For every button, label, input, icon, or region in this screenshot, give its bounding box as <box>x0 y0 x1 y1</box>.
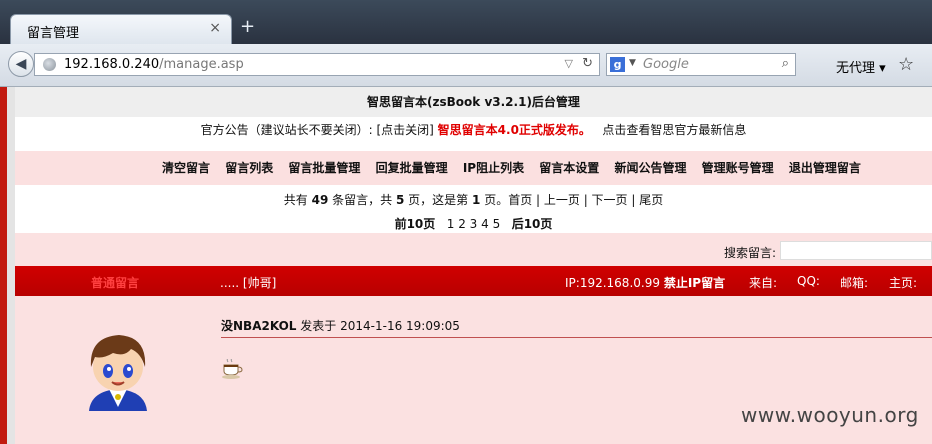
page-links: 前10页 1 2 3 4 5 后10页 <box>15 215 932 232</box>
menu-accounts[interactable]: 管理账号管理 <box>702 161 774 175</box>
menu-news[interactable]: 新闻公告管理 <box>614 161 686 175</box>
menu-clear[interactable]: 清空留言 <box>162 161 210 175</box>
message-email: 邮箱: <box>840 276 869 290</box>
address-bar[interactable]: 192.168.0.240/manage.asp ▽ ↻ <box>34 53 600 76</box>
pager-info: 共有 49 条留言，共 5 页，这是第 1 页。首页 | 上一页 | 下一页 |… <box>283 193 664 207</box>
message-type: 普通留言 <box>91 276 140 290</box>
url-dropdown-icon[interactable]: ▽ <box>565 57 573 70</box>
proxy-menu[interactable]: 无代理 ▾ <box>836 57 886 76</box>
page-link-1[interactable]: 1 <box>447 217 455 231</box>
notice-link[interactable]: 点击查看智思官方最新信息 <box>602 123 746 137</box>
page-link-2[interactable]: 2 <box>458 217 466 231</box>
search-placeholder: Google <box>643 57 689 72</box>
tab-title: 留言管理 <box>27 26 80 41</box>
notice-prefix[interactable]: 官方公告（建议站长不要关闭）: [点击关闭] <box>201 123 434 137</box>
menu-batch-messages[interactable]: 留言批量管理 <box>288 161 360 175</box>
reload-icon[interactable]: ↻ <box>582 56 593 71</box>
browser-navbar: ◀ 192.168.0.240/manage.asp ▽ ↻ g ▼ Googl… <box>0 44 932 87</box>
browser-tab[interactable]: 留言管理 × <box>10 14 232 44</box>
message-divider <box>221 337 932 338</box>
page-count: 5 <box>395 193 405 207</box>
menu-list[interactable]: 留言列表 <box>225 161 273 175</box>
search-input[interactable] <box>780 241 932 260</box>
admin-menu-row: 清空留言 留言列表 留言批量管理 回复批量管理 IP阻止列表 留言本设置 新闻公… <box>15 151 932 185</box>
menu-settings[interactable]: 留言本设置 <box>539 161 599 175</box>
message-author-alias: ..... [帅哥] <box>220 276 277 290</box>
watermark-text: www.wooyun.org <box>741 403 919 427</box>
left-accent-bar <box>0 87 7 444</box>
engine-dropdown-icon[interactable]: ▼ <box>629 58 636 68</box>
url-text: 192.168.0.240/manage.asp <box>64 57 244 72</box>
left-gutter <box>7 87 15 444</box>
page-link-4[interactable]: 4 <box>481 217 489 231</box>
prev10-link[interactable]: 前10页 <box>395 217 436 231</box>
avatar <box>89 335 147 411</box>
message-author: 没NBA2KOL <box>221 319 297 333</box>
notice-highlight[interactable]: 智思留言本4.0正式版发布。 <box>438 123 591 137</box>
ban-ip-link[interactable]: 禁止IP留言 <box>664 276 725 290</box>
menu-logout[interactable]: 退出管理留言 <box>789 161 861 175</box>
message-ip: IP:192.168.0.99 禁止IP留言 <box>565 276 726 290</box>
message-homepage: 主页: <box>889 276 918 290</box>
search-icon[interactable]: ⌕ <box>782 56 789 71</box>
page-link-3[interactable]: 3 <box>470 217 478 231</box>
search-engine-icon[interactable]: g <box>610 57 625 72</box>
message-qq: QQ: <box>797 274 820 288</box>
new-tab-button[interactable]: + <box>240 18 255 36</box>
page-title: 智思留言本(zsBook v3.2.1)后台管理 <box>15 87 932 117</box>
menu-batch-replies[interactable]: 回复批量管理 <box>376 161 448 175</box>
browser-tab-bar: 留言管理 × + <box>0 0 932 44</box>
search-label: 搜索留言: <box>723 246 776 260</box>
message-from: 来自: <box>749 276 778 290</box>
message-meta: 没NBA2KOL 发表于 2014-1-16 19:09:05 <box>221 317 460 334</box>
current-page: 1 <box>472 193 481 207</box>
posted-label: 发表于 <box>300 319 337 333</box>
coffee-cup-icon <box>222 359 243 379</box>
admin-page: 智思留言本(zsBook v3.2.1)后台管理 官方公告（建议站长不要关闭）:… <box>15 87 932 444</box>
close-tab-icon[interactable]: × <box>209 20 221 36</box>
bookmark-star-icon[interactable]: ☆ <box>898 54 914 75</box>
back-icon[interactable]: ◀ <box>8 51 34 77</box>
message-datetime: 2014-1-16 19:09:05 <box>340 319 460 333</box>
notice-line: 官方公告（建议站长不要关闭）: [点击关闭] 智思留言本4.0正式版发布。 点击… <box>15 121 932 138</box>
message-header-bar: 普通留言 ..... [帅哥] IP:192.168.0.99 禁止IP留言 来… <box>15 266 932 296</box>
menu-ip-block[interactable]: IP阻止列表 <box>463 161 524 175</box>
next10-link[interactable]: 后10页 <box>512 217 553 231</box>
pager-links[interactable]: 页。首页 | 上一页 | 下一页 | 尾页 <box>484 193 663 207</box>
search-box[interactable]: g ▼ Google ⌕ <box>606 53 796 76</box>
globe-icon <box>43 58 56 71</box>
page-link-5[interactable]: 5 <box>493 217 501 231</box>
total-count: 49 <box>311 193 329 207</box>
admin-menu: 清空留言 留言列表 留言批量管理 回复批量管理 IP阻止列表 留言本设置 新闻公… <box>162 159 872 176</box>
page-content: 智思留言本(zsBook v3.2.1)后台管理 官方公告（建议站长不要关闭）:… <box>0 87 932 444</box>
